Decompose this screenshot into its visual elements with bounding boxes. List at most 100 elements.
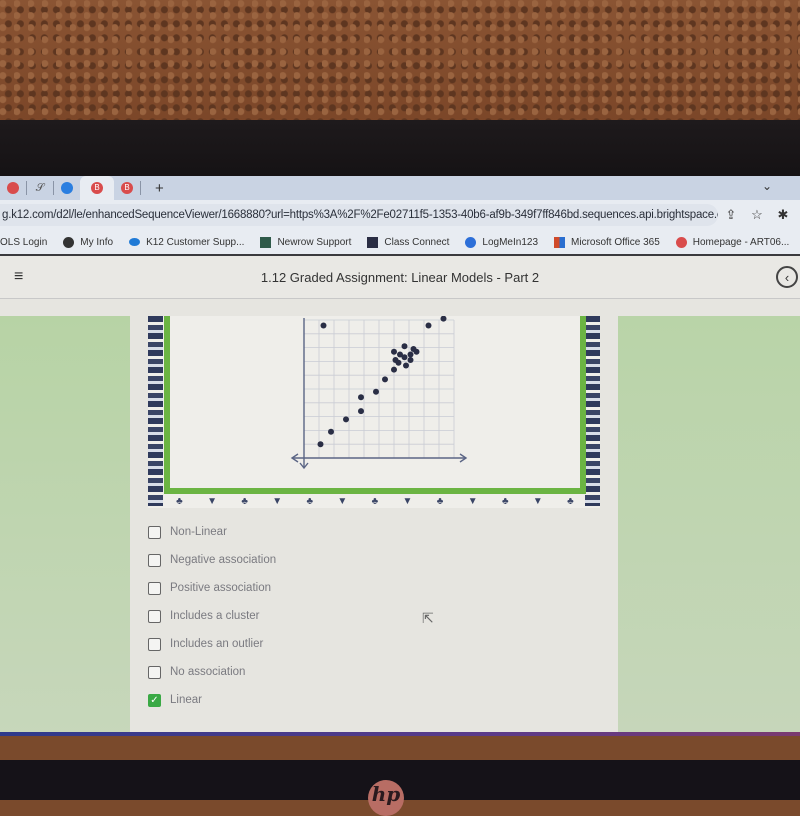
bookmark-label: LogMeIn123: [482, 236, 539, 248]
right-side-panel: [618, 316, 800, 736]
chart-points: [317, 316, 447, 448]
brightspace-b-icon: [675, 236, 687, 248]
browser-tab[interactable]: 𝒮: [27, 176, 53, 200]
salesforce-cloud-icon: [129, 238, 141, 246]
bookmark-label: K12 Customer Supp...: [146, 236, 245, 248]
option-linear[interactable]: ✓ Linear: [148, 686, 276, 714]
data-point: [407, 351, 414, 358]
option-label: Linear: [170, 694, 202, 706]
data-point: [328, 428, 334, 435]
option-positive-association[interactable]: Positive association: [148, 574, 276, 602]
bookmark-label: Newrow Support: [277, 236, 352, 248]
data-point: [401, 354, 408, 361]
bookmark-ols-login[interactable]: OLS Login: [0, 237, 47, 248]
browser-tab-strip: 𝒮 B B + ⌄: [0, 176, 800, 200]
browser-tab[interactable]: B: [114, 176, 140, 200]
data-point: [343, 416, 349, 423]
bookmark-my-info[interactable]: My Info: [63, 236, 114, 248]
bookmark-label: My Info: [80, 236, 114, 248]
ornament: ♣: [436, 496, 444, 507]
data-point: [391, 348, 397, 355]
checkmark-icon: ✓: [150, 694, 159, 706]
data-point: [425, 322, 432, 329]
chart-grid: [303, 319, 455, 459]
option-label: Non-Linear: [170, 526, 227, 538]
hamburger-menu-icon[interactable]: ≡: [14, 268, 23, 286]
office-icon: [554, 236, 566, 248]
data-point: [440, 316, 447, 322]
browser-tab[interactable]: [0, 176, 26, 200]
app-header: ≡ 1.12 Graded Assignment: Linear Models …: [0, 256, 800, 299]
option-no-association[interactable]: No association: [148, 658, 276, 686]
data-point: [401, 343, 408, 350]
tab-separator: [140, 181, 141, 195]
checkbox[interactable]: [148, 553, 161, 567]
brightspace-b-icon: B: [91, 182, 103, 194]
extensions-puzzle-icon[interactable]: ✱: [770, 207, 796, 223]
page-title: 1.12 Graded Assignment: Linear Models - …: [260, 269, 540, 285]
data-point: [407, 357, 414, 364]
ornament: ▼: [207, 496, 217, 507]
bookmark-class-connect[interactable]: Class Connect: [367, 236, 450, 248]
bookmark-newrow-support[interactable]: Newrow Support: [260, 236, 352, 248]
bookmark-microsoft-office-365[interactable]: Microsoft Office 365: [554, 236, 660, 248]
checkbox[interactable]: [148, 581, 161, 595]
bookmark-k12-customer-support[interactable]: K12 Customer Supp...: [129, 237, 244, 248]
checkbox[interactable]: ✓: [148, 693, 161, 707]
browser-tab-active[interactable]: B: [80, 176, 114, 200]
bookmark-homepage-art06[interactable]: Homepage - ART06...: [675, 236, 790, 248]
bookmark-label: Homepage - ART06...: [692, 236, 790, 248]
logmein-icon: [465, 236, 477, 248]
newrow-icon: [260, 236, 272, 248]
damask-border-bottom: ♣ ▼ ♣ ▼ ♣ ▼ ♣ ▼ ♣ ▼ ♣ ▼ ♣: [164, 496, 586, 508]
url-field[interactable]: g.k12.com/d2l/le/enhancedSequenceViewer/…: [0, 204, 718, 226]
ornament: ▼: [337, 496, 348, 507]
back-chevron-icon[interactable]: ‹: [776, 266, 798, 288]
ornament: ♣: [241, 496, 248, 507]
question-image-frame: ♣ ▼ ♣ ▼ ♣ ▼ ♣ ▼ ♣ ▼ ♣ ▼ ♣: [148, 316, 600, 508]
bookmark-label: Class Connect: [384, 236, 450, 248]
checkbox[interactable]: [148, 665, 161, 679]
ornament: ▼: [532, 496, 543, 507]
bookmark-label: OLS Login: [0, 236, 48, 248]
option-label: Includes a cluster: [170, 610, 260, 622]
checkbox[interactable]: [148, 637, 161, 651]
ornament: ♣: [501, 496, 509, 507]
new-tab-button[interactable]: +: [155, 180, 164, 197]
carpet-background: [0, 0, 800, 125]
hp-logo: hp: [368, 780, 404, 816]
damask-border-right: [585, 316, 600, 506]
data-point: [391, 366, 397, 373]
laptop-bezel-top: [0, 120, 800, 178]
bookmark-logmein123[interactable]: LogMeIn123: [465, 236, 539, 248]
option-non-linear[interactable]: Non-Linear: [148, 518, 276, 546]
data-point: [320, 322, 327, 329]
option-includes-a-cluster[interactable]: Includes a cluster: [148, 602, 276, 630]
taskbar: ☁ K12 ▣ ◿ 🔈︎ ▭: [0, 732, 800, 736]
address-bar-row: g.k12.com/d2l/le/enhancedSequenceViewer/…: [0, 200, 800, 230]
share-icon[interactable]: ⇪: [718, 207, 744, 223]
option-label: No association: [170, 666, 246, 678]
checkbox[interactable]: [148, 525, 161, 539]
data-point: [395, 359, 402, 366]
data-point: [358, 408, 364, 415]
damask-border-left: [148, 316, 163, 506]
option-label: Includes an outlier: [170, 638, 264, 650]
browser-tab[interactable]: [54, 176, 80, 200]
tab-search-chevron-icon[interactable]: ⌄: [762, 179, 772, 193]
scatter-plot: [290, 316, 468, 470]
mouse-cursor-icon: ⇱: [422, 610, 434, 626]
ornament: ▼: [272, 496, 283, 507]
option-includes-an-outlier[interactable]: Includes an outlier: [148, 630, 276, 658]
class-connect-icon: [367, 236, 379, 248]
ornament: ♣: [371, 496, 379, 507]
left-side-panel: [0, 316, 130, 736]
checkbox[interactable]: [148, 609, 161, 623]
bookmark-star-icon[interactable]: ☆: [744, 207, 770, 223]
data-point: [382, 376, 388, 383]
laptop-screen: 𝒮 B B + ⌄ g.k12.com/d2l/le/enhancedSeque…: [0, 176, 800, 736]
answer-options: Non-Linear Negative association Positive a…: [148, 518, 276, 714]
bookmarks-bar: OLS Login My Info K12 Customer Supp... N…: [0, 230, 800, 256]
option-negative-association[interactable]: Negative association: [148, 546, 276, 574]
data-point: [413, 348, 420, 355]
